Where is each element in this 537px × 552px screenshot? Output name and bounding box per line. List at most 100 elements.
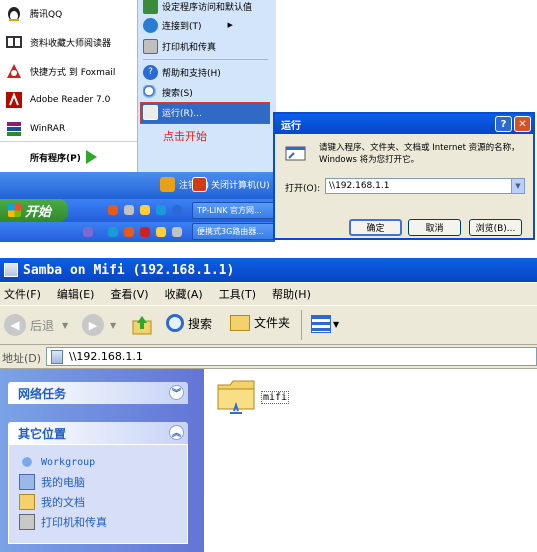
start-item-search[interactable]: 搜索(S) [143, 83, 193, 101]
green-arrow-icon [85, 150, 97, 164]
menu-favorites[interactable]: 收藏(A) [165, 286, 203, 302]
chevron-down-icon[interactable]: ︾ [169, 385, 184, 400]
chevron-down-icon[interactable]: ▼ [110, 321, 116, 330]
quicklaunch-icon[interactable] [156, 205, 166, 215]
explorer-titlebar[interactable]: Samba on Mifi (192.168.1.1) [0, 258, 537, 282]
task-pane: 网络任务 ︾ 其它位置 ︽ Workgroup 我的电脑 我的文档 打印机和传真 [0, 369, 204, 552]
other-places-header[interactable]: 其它位置 ︽ [8, 422, 188, 444]
start-item-help[interactable]: ? 帮助和支持(H) [143, 63, 221, 81]
folder-item-mifi[interactable]: mifi [214, 373, 290, 418]
start-item-label: 搜索(S) [162, 88, 193, 99]
my-documents-icon [19, 494, 35, 510]
run-description: 请键入程序、文件夹、文档或 Internet 资源的名称，Windows 将为您… [319, 143, 520, 165]
cancel-button[interactable]: 取消 [408, 219, 461, 236]
printer-icon [143, 38, 158, 54]
ok-button[interactable]: 确定 [349, 219, 402, 236]
start-item-reader[interactable]: 资料收藏大师阅读器 [4, 31, 111, 53]
help-title-button[interactable]: ? [495, 116, 512, 132]
explorer-title: Samba on Mifi (192.168.1.1) [23, 262, 235, 278]
forward-button[interactable]: ▶ [82, 314, 104, 336]
connect-globe-icon [143, 17, 158, 33]
ie-icon[interactable] [172, 205, 182, 215]
my-computer-icon [19, 474, 35, 490]
quicklaunch-icon[interactable] [140, 205, 150, 215]
program-access-icon [143, 0, 158, 14]
search-button[interactable]: 搜索 [166, 314, 212, 332]
open-input[interactable]: \\192.168.1.1 [325, 178, 525, 194]
views-button[interactable]: ▼ [311, 315, 339, 333]
close-button[interactable]: ✕ [514, 116, 531, 132]
folders-button[interactable]: 文件夹 [230, 314, 290, 331]
divider [143, 59, 268, 60]
other-places-body: Workgroup 我的电脑 我的文档 打印机和传真 [8, 444, 188, 544]
start-menu-left-pane: 腾讯QQ 资料收藏大师阅读器 快捷方式 到 Foxmail Adobe Read… [0, 0, 137, 172]
address-input[interactable]: \\192.168.1.1 [46, 347, 537, 366]
quicklaunch-icon[interactable] [108, 205, 118, 215]
start-item-label: Adobe Reader 7.0 [30, 95, 111, 105]
address-value: \\192.168.1.1 [69, 350, 143, 363]
link-my-documents[interactable]: 我的文档 [19, 493, 85, 511]
quicklaunch-icon[interactable] [108, 227, 118, 237]
network-tasks-header[interactable]: 网络任务 ︾ [8, 382, 188, 404]
run-dialog-title: 运行 [281, 120, 301, 132]
start-item-label: 运行(R)... [162, 108, 202, 119]
open-input-value: \\192.168.1.1 [329, 181, 390, 191]
link-printers[interactable]: 打印机和传真 [19, 513, 107, 531]
menu-tools[interactable]: 工具(T) [219, 286, 256, 302]
start-item-label: 设定程序访问和默认值 [162, 2, 253, 13]
menu-help[interactable]: 帮助(H) [272, 286, 311, 302]
taskbar-window-3g-router[interactable]: 便携式3G路由器... [192, 223, 275, 240]
menu-edit[interactable]: 编辑(E) [57, 286, 95, 302]
open-label: 打开(O): [285, 184, 321, 194]
link-workgroup[interactable]: Workgroup [19, 453, 95, 471]
quicklaunch-icon[interactable] [124, 227, 134, 237]
start-item-winrar[interactable]: WinRAR [4, 118, 65, 140]
start-item-foxmail[interactable]: 快捷方式 到 Foxmail [4, 60, 115, 82]
quicklaunch-icon[interactable] [83, 227, 93, 237]
shutdown-label: 关闭计算机(U) [211, 181, 270, 191]
start-item-label: 打印机和传真 [162, 42, 217, 53]
quicklaunch-icon[interactable] [156, 227, 166, 237]
start-item-label: 资料收藏大师阅读器 [30, 38, 112, 49]
taskbar-window-label: 便携式3G路由器... [197, 227, 264, 236]
search-icon [166, 314, 184, 332]
menu-file[interactable]: 文件(F) [4, 286, 41, 302]
taskbar-window-label: TP-LINK 官方网... [197, 206, 262, 215]
chevron-down-icon: ▼ [333, 319, 340, 329]
up-folder-button[interactable] [132, 314, 152, 336]
back-button[interactable]: ◀ 后退 ▼ [4, 314, 68, 336]
menu-view[interactable]: 查看(V) [110, 286, 148, 302]
toolbar-divider [301, 310, 302, 340]
start-item-program-access[interactable]: 设定程序访问和默认值 [143, 0, 252, 15]
run-dialog-titlebar[interactable]: 运行 ? ✕ [275, 114, 533, 134]
link-label: 我的文档 [41, 496, 85, 509]
start-item-adobe[interactable]: Adobe Reader 7.0 [4, 89, 110, 111]
close-icon: ✕ [518, 118, 527, 130]
folder-label: mifi [261, 391, 290, 404]
link-my-computer[interactable]: 我的电脑 [19, 473, 85, 491]
start-item-label: WinRAR [30, 124, 66, 134]
dropdown-arrow-icon[interactable]: ▼ [511, 179, 524, 193]
start-menu: 腾讯QQ 资料收藏大师阅读器 快捷方式 到 Foxmail Adobe Read… [0, 0, 276, 172]
start-item-qq[interactable]: 腾讯QQ [4, 2, 62, 24]
help-icon: ? [143, 64, 158, 80]
network-share-icon [51, 349, 63, 364]
browse-button[interactable]: 浏览(B)... [469, 219, 522, 236]
quicklaunch-icon[interactable] [124, 205, 134, 215]
link-label: Workgroup [41, 456, 96, 468]
quicklaunch-icon[interactable] [140, 227, 150, 237]
toolbar: ◀ 后退 ▼ ▶ ▼ 搜索 文件夹 ▼ [0, 305, 537, 345]
start-item-printers[interactable]: 打印机和传真 [143, 37, 216, 55]
chevron-up-icon[interactable]: ︽ [169, 425, 184, 440]
all-programs-button[interactable]: 所有程序(P) [30, 146, 97, 168]
quicklaunch-icon[interactable] [172, 227, 182, 237]
divider [0, 141, 137, 142]
start-button[interactable]: 开始 [0, 199, 68, 222]
start-item-connect[interactable]: 连接到(T) ▶ [143, 16, 233, 34]
shutdown-button[interactable]: 关闭计算机(U) [192, 177, 270, 192]
other-places-title: 其它位置 [18, 426, 67, 441]
shared-folder-icon [214, 373, 258, 418]
taskbar-window-tplink[interactable]: TP-LINK 官方网... [192, 202, 275, 219]
menubar: 文件(F) 编辑(E) 查看(V) 收藏(A) 工具(T) 帮助(H) [0, 283, 537, 305]
windows-logo-icon [8, 204, 21, 217]
